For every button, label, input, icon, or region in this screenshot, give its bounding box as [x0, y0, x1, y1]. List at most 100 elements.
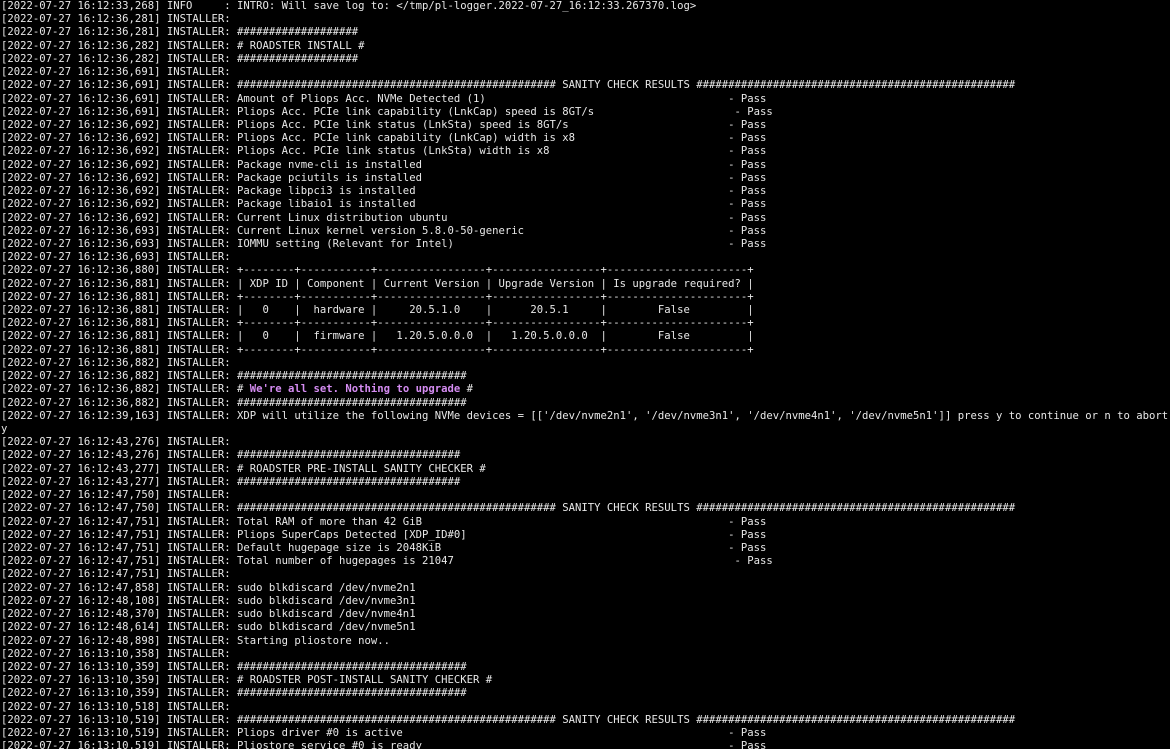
- log-line: [2022-07-27 16:12:47,751] INSTALLER: Def…: [1, 542, 1170, 555]
- log-text: [2022-07-27 16:12:36,692] INSTALLER: Pac…: [1, 198, 767, 211]
- log-text: [2022-07-27 16:12:36,881] INSTALLER: +--…: [1, 343, 754, 356]
- log-text: [2022-07-27 16:12:36,881] INSTALLER: | X…: [1, 277, 754, 290]
- log-text: [2022-07-27 16:12:36,281] INSTALLER:: [1, 13, 231, 26]
- log-text: [2022-07-27 16:12:36,691] INSTALLER: Amo…: [1, 92, 767, 105]
- log-text: [2022-07-27 16:12:36,881] INSTALLER: +--…: [1, 317, 754, 330]
- log-line: [2022-07-27 16:12:36,692] INSTALLER: Pac…: [1, 172, 1170, 185]
- log-line: [2022-07-27 16:12:36,692] INSTALLER: Pli…: [1, 119, 1170, 132]
- log-line: [2022-07-27 16:12:47,751] INSTALLER:: [1, 568, 1170, 581]
- log-line: y: [1, 423, 1170, 436]
- log-line: [2022-07-27 16:13:10,359] INSTALLER: # R…: [1, 674, 1170, 687]
- log-text: [2022-07-27 16:12:36,881] INSTALLER: | 0…: [1, 330, 754, 343]
- log-line: [2022-07-27 16:12:43,277] INSTALLER: # R…: [1, 463, 1170, 476]
- log-text: [2022-07-27 16:12:47,751] INSTALLER: Tot…: [1, 515, 767, 528]
- log-line: [2022-07-27 16:12:36,881] INSTALLER: +--…: [1, 344, 1170, 357]
- log-line: [2022-07-27 16:12:39,163] INSTALLER: XDP…: [1, 410, 1170, 423]
- log-line: [2022-07-27 16:12:47,858] INSTALLER: sud…: [1, 582, 1170, 595]
- log-text: [2022-07-27 16:13:10,359] INSTALLER: ###…: [1, 687, 467, 700]
- log-text: [2022-07-27 16:12:36,692] INSTALLER: Pac…: [1, 185, 767, 198]
- log-line: [2022-07-27 16:12:36,881] INSTALLER: +--…: [1, 291, 1170, 304]
- log-text: [2022-07-27 16:12:36,692] INSTALLER: Cur…: [1, 211, 767, 224]
- log-text: [2022-07-27 16:13:10,358] INSTALLER:: [1, 647, 231, 660]
- log-line: [2022-07-27 16:12:36,692] INSTALLER: Pli…: [1, 132, 1170, 145]
- log-line: [2022-07-27 16:13:10,519] INSTALLER: Pli…: [1, 740, 1170, 749]
- log-text: [2022-07-27 16:12:36,882] INSTALLER: ###…: [1, 396, 467, 409]
- log-text: [2022-07-27 16:12:36,882] INSTALLER: #: [1, 383, 250, 396]
- log-line: [2022-07-27 16:12:36,692] INSTALLER: Pli…: [1, 145, 1170, 158]
- log-text: [2022-07-27 16:13:10,359] INSTALLER: ###…: [1, 660, 467, 673]
- log-text: [2022-07-27 16:12:43,277] INSTALLER: # R…: [1, 462, 486, 475]
- log-line: [2022-07-27 16:12:47,750] INSTALLER: ###…: [1, 502, 1170, 515]
- log-text: [2022-07-27 16:13:10,518] INSTALLER:: [1, 700, 231, 713]
- log-text: y: [1, 423, 8, 435]
- log-line: [2022-07-27 16:12:47,751] INSTALLER: Tot…: [1, 555, 1170, 568]
- log-text: [2022-07-27 16:12:48,614] INSTALLER: sud…: [1, 621, 416, 634]
- log-line: [2022-07-27 16:12:43,276] INSTALLER:: [1, 436, 1170, 449]
- log-text: [2022-07-27 16:12:36,692] INSTALLER: Pli…: [1, 132, 767, 145]
- log-line: [2022-07-27 16:12:43,276] INSTALLER: ###…: [1, 449, 1170, 462]
- log-line: [2022-07-27 16:13:10,359] INSTALLER: ###…: [1, 687, 1170, 700]
- log-text: [2022-07-27 16:12:36,692] INSTALLER: Pac…: [1, 158, 767, 171]
- log-line: [2022-07-27 16:12:36,691] INSTALLER: ###…: [1, 79, 1170, 92]
- log-line: [2022-07-27 16:12:36,692] INSTALLER: Pac…: [1, 159, 1170, 172]
- log-line: [2022-07-27 16:12:36,693] INSTALLER: Cur…: [1, 225, 1170, 238]
- log-text: [2022-07-27 16:12:39,163] INSTALLER: XDP…: [1, 409, 1170, 422]
- log-text: [2022-07-27 16:12:36,282] INSTALLER: ###…: [1, 52, 359, 65]
- log-text: [2022-07-27 16:12:43,277] INSTALLER: ###…: [1, 475, 461, 488]
- log-text: [2022-07-27 16:12:43,276] INSTALLER: ###…: [1, 449, 461, 462]
- log-line: [2022-07-27 16:13:10,518] INSTALLER:: [1, 701, 1170, 714]
- log-line: [2022-07-27 16:12:36,281] INSTALLER: ###…: [1, 26, 1170, 39]
- log-text: [2022-07-27 16:12:36,881] INSTALLER: | 0…: [1, 304, 754, 317]
- log-line: [2022-07-27 16:12:36,692] INSTALLER: Cur…: [1, 212, 1170, 225]
- log-text: [2022-07-27 16:12:33,268] INFO : INTRO: …: [1, 0, 697, 12]
- log-line: [2022-07-27 16:12:48,108] INSTALLER: sud…: [1, 595, 1170, 608]
- log-line: [2022-07-27 16:12:36,282] INSTALLER: ###…: [1, 53, 1170, 66]
- log-line: [2022-07-27 16:12:36,692] INSTALLER: Pac…: [1, 198, 1170, 211]
- log-text: [2022-07-27 16:12:36,692] INSTALLER: Pli…: [1, 118, 767, 131]
- log-text: [2022-07-27 16:12:36,882] INSTALLER: ###…: [1, 370, 467, 383]
- log-line: [2022-07-27 16:12:36,282] INSTALLER: # R…: [1, 40, 1170, 53]
- log-text: [2022-07-27 16:12:36,691] INSTALLER: ###…: [1, 79, 1016, 92]
- log-text: [2022-07-27 16:13:10,519] INSTALLER: Pli…: [1, 740, 767, 749]
- log-text: [2022-07-27 16:12:47,858] INSTALLER: sud…: [1, 581, 416, 594]
- log-text: [2022-07-27 16:12:36,692] INSTALLER: Pac…: [1, 171, 767, 184]
- log-line: [2022-07-27 16:12:36,881] INSTALLER: | 0…: [1, 330, 1170, 343]
- log-text: [2022-07-27 16:12:48,370] INSTALLER: sud…: [1, 608, 416, 621]
- highlighted-message: We're all set. Nothing to upgrade: [249, 383, 461, 396]
- log-text: [2022-07-27 16:12:36,880] INSTALLER: +--…: [1, 264, 754, 277]
- log-text: [2022-07-27 16:12:48,898] INSTALLER: Sta…: [1, 634, 391, 647]
- log-text: [2022-07-27 16:12:36,881] INSTALLER: +--…: [1, 290, 754, 303]
- log-line: [2022-07-27 16:12:36,882] INSTALLER: ###…: [1, 370, 1170, 383]
- log-text: [2022-07-27 16:12:36,691] INSTALLER:: [1, 66, 231, 79]
- log-text: [2022-07-27 16:12:36,693] INSTALLER:: [1, 251, 231, 264]
- log-text: [2022-07-27 16:12:47,750] INSTALLER:: [1, 489, 231, 502]
- log-text: [2022-07-27 16:12:43,276] INSTALLER:: [1, 436, 231, 449]
- log-text: [2022-07-27 16:12:47,751] INSTALLER: Tot…: [1, 555, 773, 568]
- log-line: [2022-07-27 16:13:10,359] INSTALLER: ###…: [1, 661, 1170, 674]
- log-text: [2022-07-27 16:12:36,691] INSTALLER: Pli…: [1, 105, 773, 118]
- log-text: [2022-07-27 16:12:47,751] INSTALLER: Def…: [1, 541, 767, 554]
- log-text: [2022-07-27 16:12:36,693] INSTALLER: Cur…: [1, 224, 767, 237]
- log-text: [2022-07-27 16:12:47,750] INSTALLER: ###…: [1, 502, 1016, 515]
- log-text: [2022-07-27 16:13:10,519] INSTALLER: ###…: [1, 713, 1016, 726]
- log-line: [2022-07-27 16:13:10,519] INSTALLER: Pli…: [1, 727, 1170, 740]
- log-line: [2022-07-27 16:13:10,519] INSTALLER: ###…: [1, 714, 1170, 727]
- log-line: [2022-07-27 16:12:36,881] INSTALLER: | 0…: [1, 304, 1170, 317]
- log-line: [2022-07-27 16:12:43,277] INSTALLER: ###…: [1, 476, 1170, 489]
- log-text: [2022-07-27 16:12:36,693] INSTALLER: IOM…: [1, 237, 767, 250]
- log-line: [2022-07-27 16:12:47,751] INSTALLER: Tot…: [1, 516, 1170, 529]
- log-line: [2022-07-27 16:12:47,751] INSTALLER: Pli…: [1, 529, 1170, 542]
- log-line: [2022-07-27 16:12:48,370] INSTALLER: sud…: [1, 608, 1170, 621]
- log-text: [2022-07-27 16:12:36,882] INSTALLER:: [1, 356, 231, 369]
- log-line: [2022-07-27 16:12:36,881] INSTALLER: | X…: [1, 278, 1170, 291]
- terminal-output[interactable]: [2022-07-27 16:12:33,268] INFO : INTRO: …: [0, 0, 1170, 749]
- log-line: [2022-07-27 16:12:36,881] INSTALLER: +--…: [1, 317, 1170, 330]
- log-text-suffix: #: [460, 383, 473, 396]
- log-line: [2022-07-27 16:12:33,268] INFO : INTRO: …: [1, 0, 1170, 13]
- log-text: [2022-07-27 16:13:10,359] INSTALLER: # R…: [1, 674, 493, 687]
- log-line: [2022-07-27 16:12:36,281] INSTALLER:: [1, 13, 1170, 26]
- log-text: [2022-07-27 16:13:10,519] INSTALLER: Pli…: [1, 727, 767, 740]
- log-line: [2022-07-27 16:12:36,693] INSTALLER:: [1, 251, 1170, 264]
- log-line: [2022-07-27 16:12:36,882] INSTALLER: # W…: [1, 383, 1170, 396]
- log-line: [2022-07-27 16:12:47,750] INSTALLER:: [1, 489, 1170, 502]
